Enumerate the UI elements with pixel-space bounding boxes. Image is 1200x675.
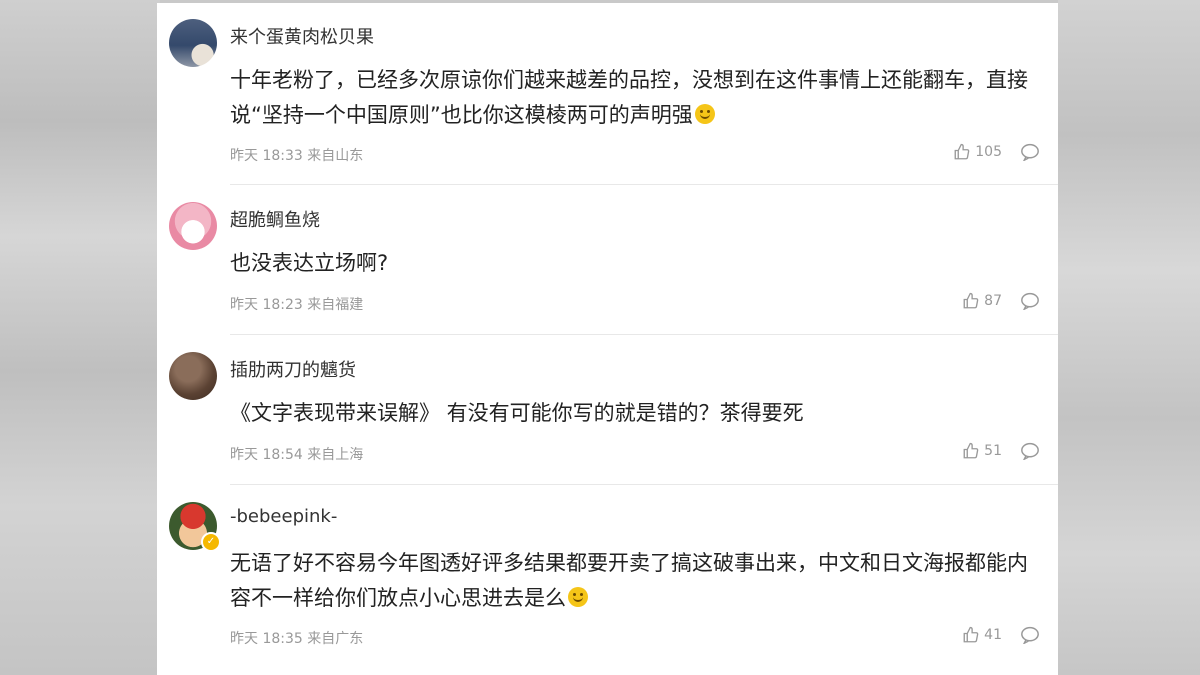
comment-text: 也没表达立场啊?	[230, 246, 1040, 281]
like-count: 87	[984, 293, 1002, 309]
comment-bubble-icon[interactable]	[1020, 626, 1040, 644]
comment-meta: 昨天 18:33 来自山东	[230, 145, 363, 165]
like-button[interactable]: 105	[953, 143, 1002, 161]
comment-text-content: 十年老粉了，已经多次原谅你们越来越差的品控，没想到在这件事情上还能翻车，直接说“…	[230, 68, 1028, 127]
smile-emoji-icon	[568, 587, 588, 607]
avatar[interactable]	[169, 19, 217, 67]
comment-actions: 41	[962, 626, 1040, 644]
comment-text-content: 《文字表现带来误解》 有没有可能你写的就是错的？茶得要死	[230, 401, 804, 425]
comment-time: 昨天 18:54	[230, 447, 303, 463]
avatar[interactable]	[169, 202, 217, 250]
comment-text: 《文字表现带来误解》 有没有可能你写的就是错的？茶得要死	[230, 396, 1040, 431]
comment-username[interactable]: 超脆鲷鱼烧	[230, 206, 320, 232]
comment-username[interactable]: -bebeepink-	[230, 506, 337, 527]
like-count: 41	[984, 627, 1002, 643]
comment-time: 昨天 18:33	[230, 148, 303, 164]
thumbs-up-icon	[963, 442, 979, 459]
like-button[interactable]: 87	[962, 292, 1002, 310]
comment-bubble-icon[interactable]	[1020, 143, 1040, 161]
comment-actions: 87	[962, 292, 1040, 310]
divider	[230, 484, 1058, 485]
comment-list: 来个蛋黄肉松贝果 十年老粉了，已经多次原谅你们越来越差的品控，没想到在这件事情上…	[157, 3, 1058, 675]
comment-text: 十年老粉了，已经多次原谅你们越来越差的品控，没想到在这件事情上还能翻车，直接说“…	[230, 63, 1040, 133]
blurred-background-right	[1058, 0, 1200, 675]
like-count: 51	[984, 443, 1002, 459]
avatar[interactable]	[169, 352, 217, 400]
comment-meta: 昨天 18:35 来自广东	[230, 628, 363, 648]
divider	[230, 184, 1058, 185]
like-button[interactable]: 51	[962, 442, 1002, 460]
like-button[interactable]: 41	[962, 626, 1002, 644]
comment-time: 昨天 18:35	[230, 631, 303, 647]
smile-emoji-icon	[694, 104, 715, 124]
thumbs-up-icon	[963, 292, 979, 309]
thumbs-up-icon	[954, 143, 970, 160]
comment-location: 来自福建	[307, 297, 364, 313]
thumbs-up-icon	[963, 626, 979, 643]
comment-location: 来自山东	[307, 148, 364, 164]
comment-location: 来自上海	[307, 447, 364, 463]
comment-bubble-icon[interactable]	[1020, 442, 1040, 460]
verified-badge-icon: ✓	[201, 532, 221, 552]
blurred-background-left	[0, 0, 160, 675]
comment-bubble-icon[interactable]	[1020, 292, 1040, 310]
comment-meta: 昨天 18:23 来自福建	[230, 294, 363, 314]
comment-text-content: 无语了好不容易今年图透好评多结果都要开卖了搞这破事出来，中文和日文海报都能内容不…	[230, 551, 1028, 610]
comment-time: 昨天 18:23	[230, 297, 303, 313]
like-count: 105	[975, 144, 1002, 160]
comment-text: 无语了好不容易今年图透好评多结果都要开卖了搞这破事出来，中文和日文海报都能内容不…	[230, 546, 1040, 616]
comment-actions: 51	[962, 442, 1040, 460]
comment-meta: 昨天 18:54 来自上海	[230, 444, 363, 464]
divider	[230, 334, 1058, 335]
comment-text-content: 也没表达立场啊?	[230, 251, 389, 275]
comment-location: 来自广东	[307, 631, 364, 647]
comment-username[interactable]: 来个蛋黄肉松贝果	[230, 23, 374, 49]
comment-actions: 105	[953, 143, 1040, 161]
comment-username[interactable]: 插肋两刀的魑货	[230, 356, 356, 382]
